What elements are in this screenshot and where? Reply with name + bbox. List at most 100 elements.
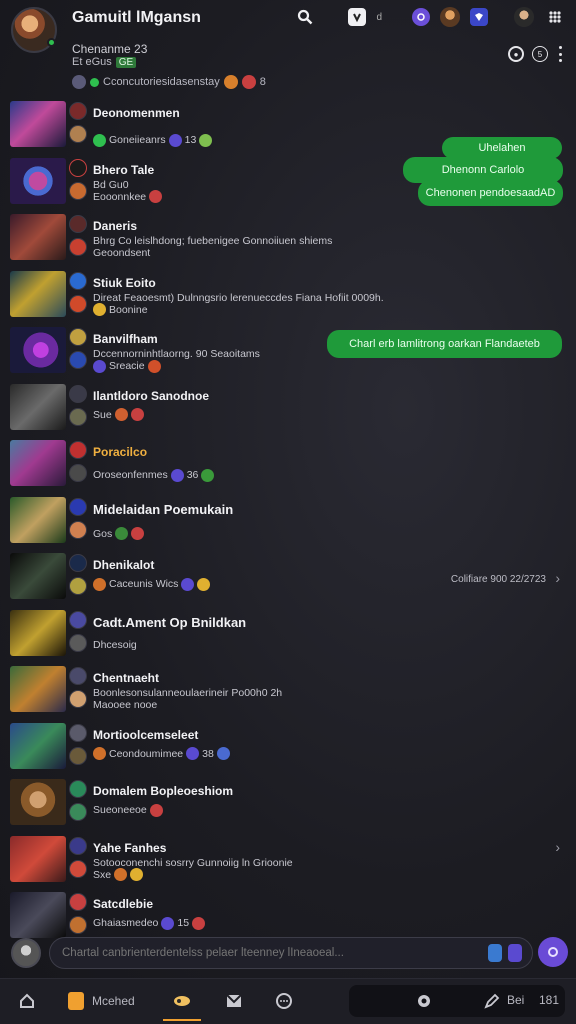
user-avatar-icon bbox=[69, 238, 87, 256]
game-thumbnail bbox=[10, 496, 66, 543]
online-dot-icon bbox=[93, 133, 106, 147]
emoji-icon bbox=[115, 527, 129, 540]
list-item[interactable]: Daneris Bhrg Co leislhdong; fuebenigee G… bbox=[0, 211, 576, 268]
list-item[interactable]: Domalem Bopleoeshiom Sueoneeoe bbox=[0, 776, 576, 833]
info-icon[interactable]: ● bbox=[508, 46, 524, 62]
badge-icon bbox=[69, 158, 87, 177]
badge-icon bbox=[69, 497, 87, 516]
calendar-badge: d bbox=[376, 11, 382, 23]
badge-icon bbox=[69, 836, 87, 855]
group-avatar[interactable] bbox=[11, 7, 57, 53]
message-input[interactable] bbox=[49, 937, 533, 969]
conversation-meta: Sue bbox=[93, 407, 144, 423]
conversation-meta: Caceunis Wics bbox=[93, 576, 211, 592]
message-composer bbox=[0, 934, 576, 978]
badge-icon bbox=[69, 384, 87, 403]
emoji-icon bbox=[197, 577, 211, 591]
conversation-name: Mortioolcemseleet bbox=[93, 727, 199, 742]
emoji-icon bbox=[114, 408, 128, 421]
list-item[interactable]: Stiuk Eoito Direat Feaoesmt) Dulnngsrio … bbox=[0, 268, 576, 325]
badge-icon bbox=[69, 328, 87, 346]
conversation-name: Stiuk Eoito bbox=[93, 275, 156, 290]
list-item[interactable]: Cadt.Ament Op Bnildkan Dhcesoig bbox=[0, 607, 576, 664]
emoji-icon bbox=[93, 747, 106, 760]
nav-home[interactable] bbox=[18, 989, 36, 1013]
discord-icon[interactable] bbox=[412, 8, 430, 26]
calendar-icon[interactable] bbox=[348, 8, 367, 26]
badge-icon bbox=[69, 102, 87, 120]
message-bubble[interactable]: Charl erb lamlitrong oarkan Flandaeteb bbox=[327, 330, 562, 358]
conversation-meta: Goneiieanrs 13 bbox=[93, 132, 213, 148]
emoji-icon bbox=[170, 468, 184, 482]
user-avatar[interactable] bbox=[11, 938, 41, 968]
nav-inbox[interactable] bbox=[225, 989, 243, 1013]
game-thumbnail bbox=[10, 383, 66, 430]
send-button[interactable] bbox=[538, 937, 568, 967]
conversation-meta: Sreacie bbox=[93, 358, 161, 374]
profile-avatar-icon[interactable] bbox=[514, 7, 534, 27]
emoji-icon bbox=[181, 577, 195, 591]
header-actions: d bbox=[294, 6, 566, 28]
user-avatar-icon bbox=[69, 803, 87, 821]
conversation-meta: Gos bbox=[93, 526, 145, 542]
list-item[interactable]: Poracilco Oroseonfenmes 36 bbox=[0, 437, 576, 494]
list-item[interactable]: Mortioolcemseleet Ceondoumimee 38 bbox=[0, 720, 576, 777]
online-indicator bbox=[47, 38, 56, 47]
emoji-icon bbox=[131, 527, 145, 540]
emoji-icon bbox=[93, 359, 106, 373]
conversation-meta: Maooee nooe bbox=[93, 699, 158, 711]
group-sub-info: Et eGus GE bbox=[72, 56, 137, 68]
search-icon[interactable] bbox=[294, 6, 316, 28]
conversation-meta: Ghaiasmedeo 15 bbox=[93, 915, 206, 931]
emoji-icon bbox=[147, 359, 161, 373]
game-thumbnail bbox=[10, 779, 66, 825]
badge-icon bbox=[69, 271, 87, 290]
emoji-icon bbox=[93, 303, 106, 316]
chat-header: Gamuitl lMgansn Chenanme 23 Et eGus GE Cc… bbox=[0, 0, 576, 96]
emoji-icon bbox=[192, 916, 206, 930]
user-mini-avatar bbox=[72, 75, 86, 89]
game-thumbnail bbox=[10, 722, 66, 769]
conversation-name: Yahe Fanhes bbox=[93, 840, 167, 855]
shield-icon[interactable] bbox=[470, 8, 488, 26]
user-avatar-icon bbox=[69, 859, 87, 878]
badge-icon bbox=[69, 215, 87, 233]
list-item[interactable]: Ilantldoro Sanodnoe Sue bbox=[0, 381, 576, 438]
chevron-right-icon[interactable]: › bbox=[555, 839, 560, 855]
attachment-icon[interactable] bbox=[488, 944, 502, 962]
grid-menu-icon[interactable] bbox=[544, 6, 566, 28]
list-item[interactable]: Midelaidan Poemukain Gos bbox=[0, 494, 576, 551]
badge-icon bbox=[69, 893, 87, 911]
user-avatar-icon bbox=[69, 916, 87, 934]
voice-icon bbox=[418, 995, 430, 1007]
more-vertical-icon[interactable] bbox=[556, 46, 564, 62]
emoji-icon bbox=[130, 868, 144, 881]
conversation-name: Domalem Bopleoeshiom bbox=[93, 784, 234, 798]
badge-icon bbox=[69, 723, 87, 742]
user-avatar-icon[interactable] bbox=[440, 7, 460, 27]
list-item[interactable]: Dhenikalot Caceunis Wics Colifiare 900 2… bbox=[0, 550, 576, 607]
message-bubble[interactable]: Uhelahen bbox=[442, 137, 562, 159]
conversation-meta: Dhcesoig bbox=[93, 638, 137, 651]
timer-icon[interactable]: 5 bbox=[532, 46, 548, 62]
list-item[interactable]: Chentnaeht Boonlesonsulanneoulaerineir P… bbox=[0, 663, 576, 720]
conversation-meta: Boonine bbox=[93, 302, 148, 318]
nav-games[interactable] bbox=[172, 989, 192, 1013]
game-thumbnail bbox=[10, 157, 66, 204]
game-thumbnail bbox=[10, 270, 66, 317]
sticker-icon[interactable] bbox=[508, 944, 522, 962]
conversation-name: Poracilco bbox=[93, 445, 148, 459]
user-avatar-icon bbox=[69, 181, 87, 200]
user-avatar-icon bbox=[69, 746, 87, 765]
chevron-right-icon[interactable]: › bbox=[555, 570, 560, 586]
nav-chat[interactable] bbox=[274, 989, 294, 1013]
game-thumbnail bbox=[10, 101, 66, 147]
badge-icon bbox=[69, 780, 87, 798]
home-icon bbox=[20, 993, 34, 1008]
nav-profile-pill[interactable]: Bei 181 bbox=[349, 985, 565, 1017]
game-thumbnail bbox=[10, 835, 66, 882]
message-bubble[interactable]: Chenonen pendoesaadAD bbox=[418, 180, 563, 206]
list-item[interactable]: Yahe Fanhes Sotooconenchi sosrry Gunnoii… bbox=[0, 833, 576, 890]
user-avatar-icon bbox=[69, 407, 87, 426]
nav-mod[interactable]: Mcehed bbox=[68, 989, 135, 1013]
